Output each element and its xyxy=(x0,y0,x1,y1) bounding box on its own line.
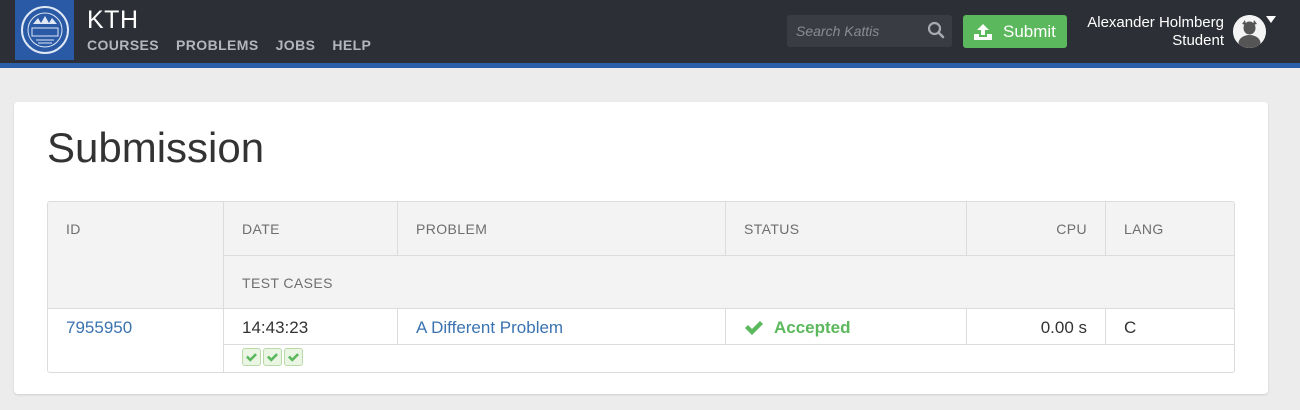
kth-logo-icon[interactable] xyxy=(15,0,74,60)
row-divider xyxy=(223,344,1234,345)
header-test-cases: TEST CASES xyxy=(242,275,333,291)
status-badge: Accepted xyxy=(744,318,851,338)
submission-date: 14:43:23 xyxy=(242,318,309,337)
column-divider xyxy=(966,202,967,255)
header-id: ID xyxy=(66,221,81,237)
avatar[interactable] xyxy=(1233,15,1266,48)
column-divider xyxy=(1105,202,1106,255)
page-title: Submission xyxy=(47,124,265,171)
header-date: DATE xyxy=(242,221,280,237)
header-problem: PROBLEM xyxy=(416,221,488,237)
check-icon xyxy=(246,352,257,362)
header-cpu: CPU xyxy=(1056,221,1087,237)
header-lang: LANG xyxy=(1124,221,1164,237)
submission-table: ID DATE PROBLEM STATUS CPU LANG TEST CAS… xyxy=(47,201,1235,373)
header-status: STATUS xyxy=(744,221,800,237)
problem-link[interactable]: A Different Problem xyxy=(416,318,563,338)
check-icon xyxy=(267,352,278,362)
user-role: Student xyxy=(1172,32,1224,49)
submission-panel: Submission ID DATE PROBLEM STATUS CPU LA… xyxy=(14,102,1268,394)
check-icon xyxy=(745,321,763,335)
status-label: Accepted xyxy=(774,318,851,337)
kth-emblem xyxy=(20,6,69,54)
upload-icon xyxy=(974,23,992,40)
main-nav: COURSES PROBLEMS JOBS HELP xyxy=(87,37,371,53)
chevron-down-icon[interactable] xyxy=(1266,16,1276,24)
language: C xyxy=(1124,318,1137,337)
user-name: Alexander Holmberg xyxy=(1087,14,1224,31)
nav-problems[interactable]: PROBLEMS xyxy=(176,37,259,53)
column-divider xyxy=(725,202,726,255)
header-divider xyxy=(223,255,1234,256)
top-navbar: KTH COURSES PROBLEMS JOBS HELP Submit Al… xyxy=(0,0,1300,63)
nav-courses[interactable]: COURSES xyxy=(87,37,159,53)
column-divider xyxy=(397,202,398,255)
submit-button[interactable]: Submit xyxy=(963,15,1067,48)
nav-jobs[interactable]: JOBS xyxy=(276,37,316,53)
brand-title[interactable]: KTH xyxy=(87,6,139,35)
nav-help[interactable]: HELP xyxy=(332,37,371,53)
column-divider xyxy=(725,309,726,344)
cpu-time: 0.00 s xyxy=(1040,318,1087,337)
column-divider xyxy=(1105,309,1106,344)
header-accent-stripe xyxy=(0,63,1300,68)
search-box xyxy=(787,15,952,47)
column-divider xyxy=(223,202,224,372)
test-case-passed[interactable] xyxy=(242,348,261,366)
check-icon xyxy=(288,352,299,362)
column-divider xyxy=(397,309,398,344)
submit-label: Submit xyxy=(1003,21,1056,41)
search-icon[interactable] xyxy=(927,21,945,39)
submission-id-link[interactable]: 7955950 xyxy=(66,318,132,338)
user-menu[interactable]: Alexander Holmberg Student xyxy=(1060,14,1224,50)
test-case-passed[interactable] xyxy=(263,348,282,366)
test-cases xyxy=(242,348,303,366)
avatar-icon xyxy=(1233,15,1266,48)
search-input[interactable] xyxy=(787,15,917,47)
test-case-passed[interactable] xyxy=(284,348,303,366)
